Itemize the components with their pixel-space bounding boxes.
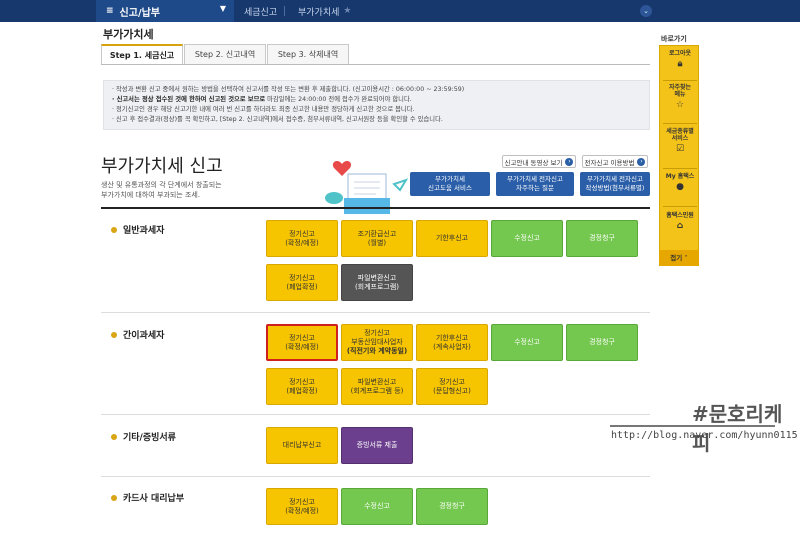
section-divider (101, 207, 650, 209)
proxy-payment-return-button[interactable]: 대리납부신고 (266, 427, 338, 464)
notice-line: · 신고서는 정상 접수된 것에 한하여 신고된 것으로 보므로 마감일에는 2… (112, 96, 412, 103)
bullet-icon (111, 494, 117, 501)
section-description: 생산 및 유통과정의 각 단계에서 창출되는 부가가치에 대하여 부과되는 조세… (101, 181, 222, 199)
card-amended-return-button[interactable]: 수정신고 (341, 488, 413, 525)
tab-step2[interactable]: Step 2. 신고내역 (184, 44, 266, 64)
video-guide-button[interactable]: 신고안내 동영상 보기 › (502, 155, 576, 168)
main-menu-dropdown[interactable]: ≡ 신고/납부 ▼ (96, 0, 234, 22)
general-file-conversion-button[interactable]: 파일변환신고 (회계프로그램) (341, 264, 413, 301)
efiling-guide-button[interactable]: 전자신고 이용방법 › (582, 155, 648, 168)
tab-underline (101, 64, 650, 65)
simple-closure-return-button[interactable]: 정기신고 (폐업확정) (266, 368, 338, 405)
general-amended-return-button[interactable]: 수정신고 (491, 220, 563, 257)
quick-panel-collapse-button[interactable]: 접기 ˄ (659, 250, 699, 266)
star-icon: ☆ (675, 100, 685, 110)
favorite-star-icon[interactable]: ★ (343, 6, 351, 16)
row-divider (101, 414, 650, 415)
submit-evidence-button[interactable]: 증빙서류 제출 (341, 427, 413, 464)
breadcrumb-tax-return[interactable]: 세금신고 (244, 0, 277, 22)
simple-rental-return-button[interactable]: 정기신고 부동산임대사업자 (직전기와 계약동일) (341, 324, 413, 361)
notice-box: · 작성과 변환 신고 중에서 원하는 방법을 선택하여 신고서를 작성 또는 … (103, 80, 650, 130)
notice-line: · 작성과 변환 신고 중에서 원하는 방법을 선택하여 신고서를 작성 또는 … (112, 86, 465, 93)
quick-hometax-petition[interactable]: 홈택스민원 ⌂ (660, 212, 700, 231)
card-correction-claim-button[interactable]: 경정청구 (416, 488, 488, 525)
tab-step3[interactable]: Step 3. 삭제내역 (267, 44, 349, 64)
simple-late-return-button[interactable]: 기한후신고 (계속사업자) (416, 324, 488, 361)
chevron-down-icon: ▼ (219, 4, 226, 13)
quick-logout[interactable]: 로그아웃 🔒︎ (660, 50, 700, 69)
page-title: 부가가치세 (103, 28, 154, 41)
general-late-return-button[interactable]: 기한후신고 (416, 220, 488, 257)
notice-line: · 정기신고인 경우 해당 신고기한 내에 여러 번 신고를 하더라도 최종 신… (112, 106, 415, 113)
vat-howto-button[interactable]: 부가가치세 전자신고 작성방법(첨부서류별) (580, 172, 650, 196)
simple-taxpayer-label: 간이과세자 (111, 328, 164, 341)
main-menu-label: 신고/납부 (119, 7, 160, 19)
home-icon: ⌂ (676, 221, 684, 231)
quick-panel-title: 바로가기 (661, 35, 687, 43)
section-heading: 부가가치세 신고 (101, 156, 223, 177)
vat-faq-button[interactable]: 부가가치세 전자신고 자주하는 질문 (496, 172, 574, 196)
general-regular-return-button[interactable]: 정기신고 (확정/예정) (266, 220, 338, 257)
simple-correction-claim-button[interactable]: 경정청구 (566, 324, 638, 361)
quick-my-hometax[interactable]: My 홈택스 ● (660, 173, 700, 192)
top-nav-bar: ≡ 신고/납부 ▼ 세금신고 부가가치세 ★ ⌄ (0, 0, 800, 22)
breadcrumb-divider (284, 6, 285, 16)
simple-regular-return-button[interactable]: 정기신고 (확정/예정) (266, 324, 338, 361)
bullet-icon (111, 331, 117, 338)
row-divider (101, 476, 650, 477)
watermark-url: http://blog.naver.com/hyunn0115 (611, 430, 798, 441)
lock-icon: 🔒︎ (677, 59, 683, 69)
quick-panel: 로그아웃 🔒︎ 자주찾는 메뉴 ☆ 세금종류별 서비스 ☑ My 홈택스 ● 홈… (659, 45, 699, 266)
general-closure-return-button[interactable]: 정기신고 (폐업확정) (266, 264, 338, 301)
simple-amended-return-button[interactable]: 수정신고 (491, 324, 563, 361)
bullet-icon (111, 226, 117, 233)
user-icon: ● (676, 182, 684, 192)
hamburger-icon: ≡ (106, 6, 114, 16)
card-proxy-payment-label: 카드사 대리납부 (111, 491, 184, 504)
check-icon: ☑ (675, 144, 685, 154)
etc-documents-label: 기타/증빙서류 (111, 430, 176, 443)
breadcrumb-vat[interactable]: 부가가치세 ★ (298, 0, 351, 22)
general-early-refund-button[interactable]: 조기환급신고 (월별) (341, 220, 413, 257)
row-divider (101, 312, 650, 313)
scroll-down-icon[interactable]: ⌄ (640, 5, 652, 17)
simple-file-conversion-button[interactable]: 파일변환신고 (회계프로그램 등) (341, 368, 413, 405)
quick-tax-services[interactable]: 세금종류별 서비스 ☑ (660, 128, 700, 154)
simple-qa-return-button[interactable]: 정기신고 (문답형신고) (416, 368, 488, 405)
general-correction-claim-button[interactable]: 경정청구 (566, 220, 638, 257)
step-tabs: Step 1. 세금신고 Step 2. 신고내역 Step 3. 삭제내역 (101, 44, 350, 64)
bullet-icon (111, 433, 117, 440)
watermark-tag: #문호리케피 (692, 402, 783, 455)
tab-step1[interactable]: Step 1. 세금신고 (101, 44, 183, 64)
watermark-divider (610, 425, 775, 427)
general-taxpayer-label: 일반과세자 (111, 223, 164, 236)
card-regular-return-button[interactable]: 정기신고 (확정/예정) (266, 488, 338, 525)
vat-help-service-button[interactable]: 부가가치세 신고도움 서비스 (410, 172, 490, 196)
quick-favorite-menu[interactable]: 자주찾는 메뉴 ☆ (660, 84, 700, 110)
notice-line: · 신고 후 접수결과(정상)를 꼭 확인하고, [Step 2. 신고내역]에… (112, 116, 443, 123)
play-icon: › (565, 157, 574, 166)
arrow-right-icon: › (637, 157, 646, 166)
